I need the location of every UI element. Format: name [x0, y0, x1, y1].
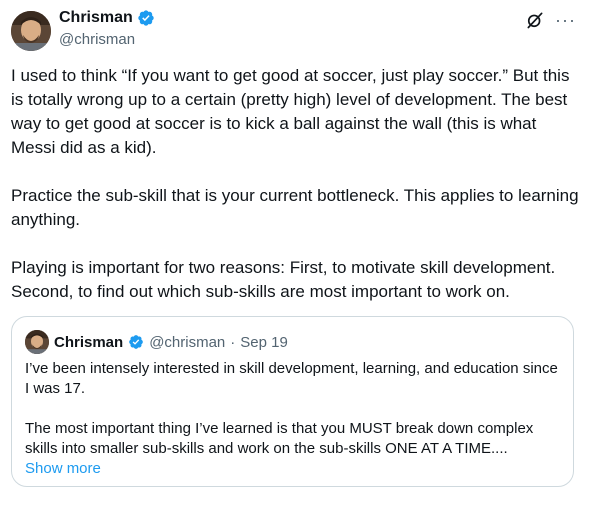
tweet: Chrisman @chrisman ··· I used to think “… — [0, 0, 590, 506]
author-handle[interactable]: @chrisman — [59, 31, 135, 48]
tweet-paragraph: Practice the sub-skill that is your curr… — [11, 186, 579, 229]
tweet-paragraph: Playing is important for two reasons: Fi… — [11, 258, 556, 301]
tweet-paragraph: I used to think “If you want to get good… — [11, 66, 570, 157]
quoted-author-handle: @chrisman — [149, 333, 226, 351]
quoted-tweet-text: I’ve been intensely interested in skill … — [25, 359, 560, 479]
avatar-photo-icon — [25, 330, 49, 354]
tweet-text: I used to think “If you want to get good… — [11, 64, 583, 304]
quoted-tweet[interactable]: Chrisman @chrisman · Sep 19 I’ve been in… — [11, 316, 574, 487]
author-name[interactable]: Chrisman — [59, 9, 133, 27]
author-avatar[interactable] — [11, 11, 51, 51]
grok-icon[interactable] — [525, 10, 545, 30]
quoted-author-name: Chrisman — [54, 333, 124, 351]
quoted-tweet-header: Chrisman @chrisman · Sep 19 — [25, 330, 288, 354]
separator-dot: · — [230, 333, 236, 351]
more-icon[interactable]: ··· — [555, 11, 576, 29]
avatar-photo-icon — [11, 11, 51, 51]
verified-badge-icon — [129, 335, 144, 349]
author-name-row: Chrisman — [59, 9, 155, 27]
quoted-tweet-date: Sep 19 — [240, 333, 288, 351]
quoted-author-avatar — [25, 330, 49, 354]
quoted-paragraph: The most important thing I’ve learned is… — [25, 420, 534, 457]
show-more-link[interactable]: Show more — [25, 459, 101, 479]
verified-badge-icon — [138, 10, 154, 26]
quoted-paragraph: I’ve been intensely interested in skill … — [25, 360, 558, 397]
top-actions: ··· — [525, 10, 576, 30]
